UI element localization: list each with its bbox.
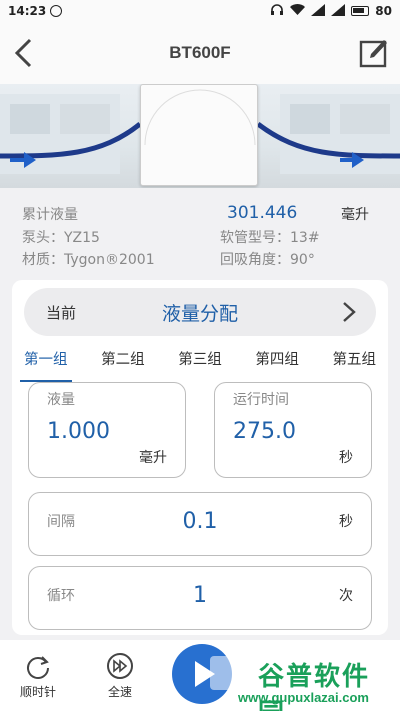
cumulative-label: 累计液量 (22, 207, 78, 223)
suction-angle-info: 回吸角度：90° (220, 252, 315, 268)
rotate-clockwise-icon (27, 656, 49, 679)
tab-group-1[interactable]: 第一组 (20, 348, 72, 382)
full-speed-label: 全速 (107, 685, 132, 699)
pump-info: 累计液量 301.446 毫升 泵头：YZ15 软管型号：13# 材质：Tygo… (0, 196, 400, 276)
cycle-value: 1 (193, 583, 207, 608)
pump-head-image (140, 84, 258, 186)
battery-level: 80 (375, 4, 392, 18)
battery-icon (351, 6, 370, 16)
volume-unit: 毫升 (139, 450, 167, 466)
volume-value: 1.000 (47, 419, 110, 444)
watermark: 谷普软件园 www.gupuxlazai.com (210, 650, 394, 711)
tube-model-info: 软管型号：13# (220, 230, 320, 246)
check-circle-icon (50, 5, 63, 17)
cycle-field[interactable]: 循环 1 次 (28, 566, 372, 630)
mode-selector[interactable]: 当前 液量分配 (24, 288, 376, 336)
edit-button[interactable] (358, 36, 390, 70)
tab-group-2[interactable]: 第二组 (97, 348, 149, 376)
wifi-icon (290, 3, 306, 19)
volume-field[interactable]: 液量 1.000 毫升 (28, 382, 186, 478)
cycle-unit: 次 (339, 588, 353, 604)
signal-icon (311, 3, 326, 19)
full-speed-button[interactable]: 全速 (98, 652, 142, 700)
interval-field[interactable]: 间隔 0.1 秒 (28, 492, 372, 556)
material-info: 材质：Tygon®2001 (22, 252, 155, 268)
run-time-unit: 秒 (339, 450, 353, 466)
run-time-label: 运行时间 (233, 392, 289, 408)
edit-icon (359, 40, 387, 68)
interval-value: 0.1 (182, 509, 218, 534)
tab-group-4[interactable]: 第四组 (251, 348, 303, 376)
back-button[interactable] (10, 36, 40, 70)
clockwise-label: 顺时针 (19, 685, 56, 699)
run-time-value: 275.0 (233, 419, 296, 444)
chevron-left-icon (14, 38, 32, 68)
mode-value: 液量分配 (161, 302, 238, 325)
volume-label: 液量 (47, 392, 75, 408)
cumulative-unit: 毫升 (341, 207, 369, 223)
fast-forward-icon (107, 653, 133, 679)
pump-banner (0, 84, 400, 188)
tab-group-5[interactable]: 第五组 (329, 348, 381, 376)
pump-head-info: 泵头：YZ15 (22, 230, 100, 246)
page-title: BT600F (169, 43, 231, 62)
interval-unit: 秒 (339, 514, 353, 530)
status-time: 14:23 (8, 4, 47, 18)
watermark-url: www.gupuxlazai.com (238, 690, 369, 705)
chevron-right-icon (343, 302, 356, 322)
settings-card: 当前 液量分配 第一组 第二组 第三组 第四组 第五组 液量 1.000 毫升 … (12, 280, 388, 635)
app-header: BT600F (0, 22, 400, 84)
headphones-icon (270, 3, 284, 19)
cumulative-value: 301.446 (227, 203, 298, 223)
clockwise-button[interactable]: 顺时针 (16, 652, 60, 700)
run-time-field[interactable]: 运行时间 275.0 秒 (214, 382, 372, 478)
status-bar: 14:23 80 (0, 0, 400, 22)
signal-icon-2 (331, 3, 346, 19)
tab-group-3[interactable]: 第三组 (174, 348, 226, 376)
group-tabs: 第一组 第二组 第三组 第四组 第五组 (12, 348, 388, 382)
